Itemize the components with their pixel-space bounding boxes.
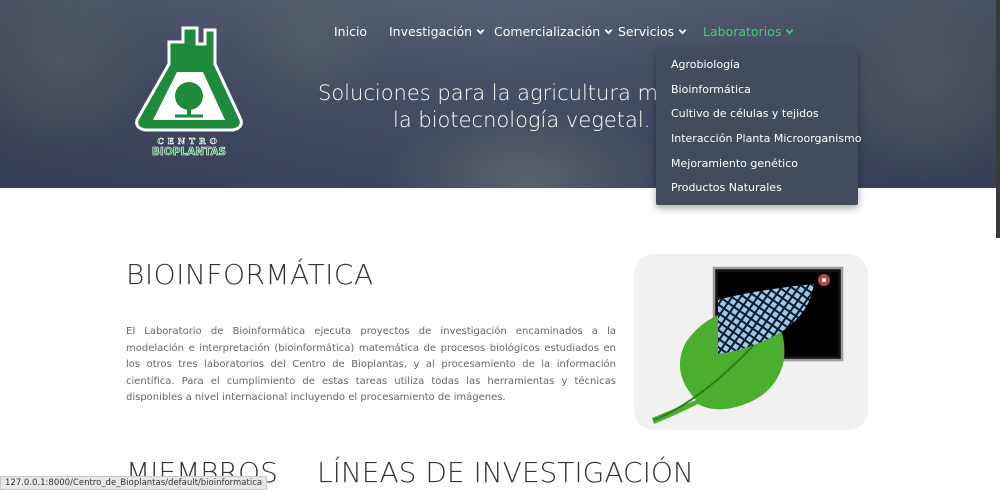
status-bar-url: 127.0.0.1:8000/Centro_de_Bioplantas/defa… (0, 476, 268, 490)
nav-item-inicio[interactable]: Inicio (334, 24, 367, 39)
nav-item-label: Laboratorios (703, 24, 782, 39)
bioplantas-logo[interactable]: CENTRO BIOPLANTAS (133, 24, 245, 158)
page-title: BIOINFORMÁTICA (126, 258, 374, 291)
bioinformatica-illustration (634, 254, 868, 430)
nav-item-label: Investigación (389, 24, 473, 39)
nav-item-laboratorios[interactable]: Laboratorios (703, 24, 794, 39)
description-paragraph: El Laboratorio de Bioinformática ejecuta… (126, 326, 616, 403)
nav-item-label: Servicios (618, 24, 675, 39)
dropdown-item-mejoramiento-genetico[interactable]: Mejoramiento genético (656, 155, 858, 180)
logo-top-text: CENTRO (157, 136, 220, 146)
chevron-down-icon (604, 29, 613, 35)
dropdown-item-interaccion-planta[interactable]: Interacción Planta Microorganismo (656, 130, 861, 155)
nav-item-investigacion[interactable]: Investigación (389, 24, 485, 39)
nav-item-label: Inicio (334, 24, 368, 39)
dropdown-item-agrobiologia[interactable]: Agrobiología (656, 56, 858, 81)
laboratorios-dropdown: Agrobiología Bioinformática Cultivo de c… (656, 49, 861, 205)
leaf-grid-illustration (652, 266, 844, 424)
nav-item-servicios[interactable]: Servicios (618, 24, 687, 39)
dropdown-item-cultivo-celulas[interactable]: Cultivo de células y tejidos (656, 105, 858, 130)
chevron-down-icon (678, 29, 687, 35)
nav-item-comercializacion[interactable]: Comercialización (494, 24, 613, 39)
nav-item-label: Comercialización (494, 24, 601, 39)
chevron-down-icon (786, 29, 794, 35)
research-lines-heading: LÍNEAS DE INVESTIGACIÓN (317, 456, 694, 489)
scrollbar[interactable] (996, 0, 1000, 238)
logo-bottom-text: BIOPLANTAS (152, 146, 226, 158)
dropdown-item-productos-naturales[interactable]: Productos Naturales (656, 179, 858, 204)
chevron-down-icon (476, 29, 485, 35)
dropdown-item-bioinformatica[interactable]: Bioinformática (656, 81, 858, 106)
